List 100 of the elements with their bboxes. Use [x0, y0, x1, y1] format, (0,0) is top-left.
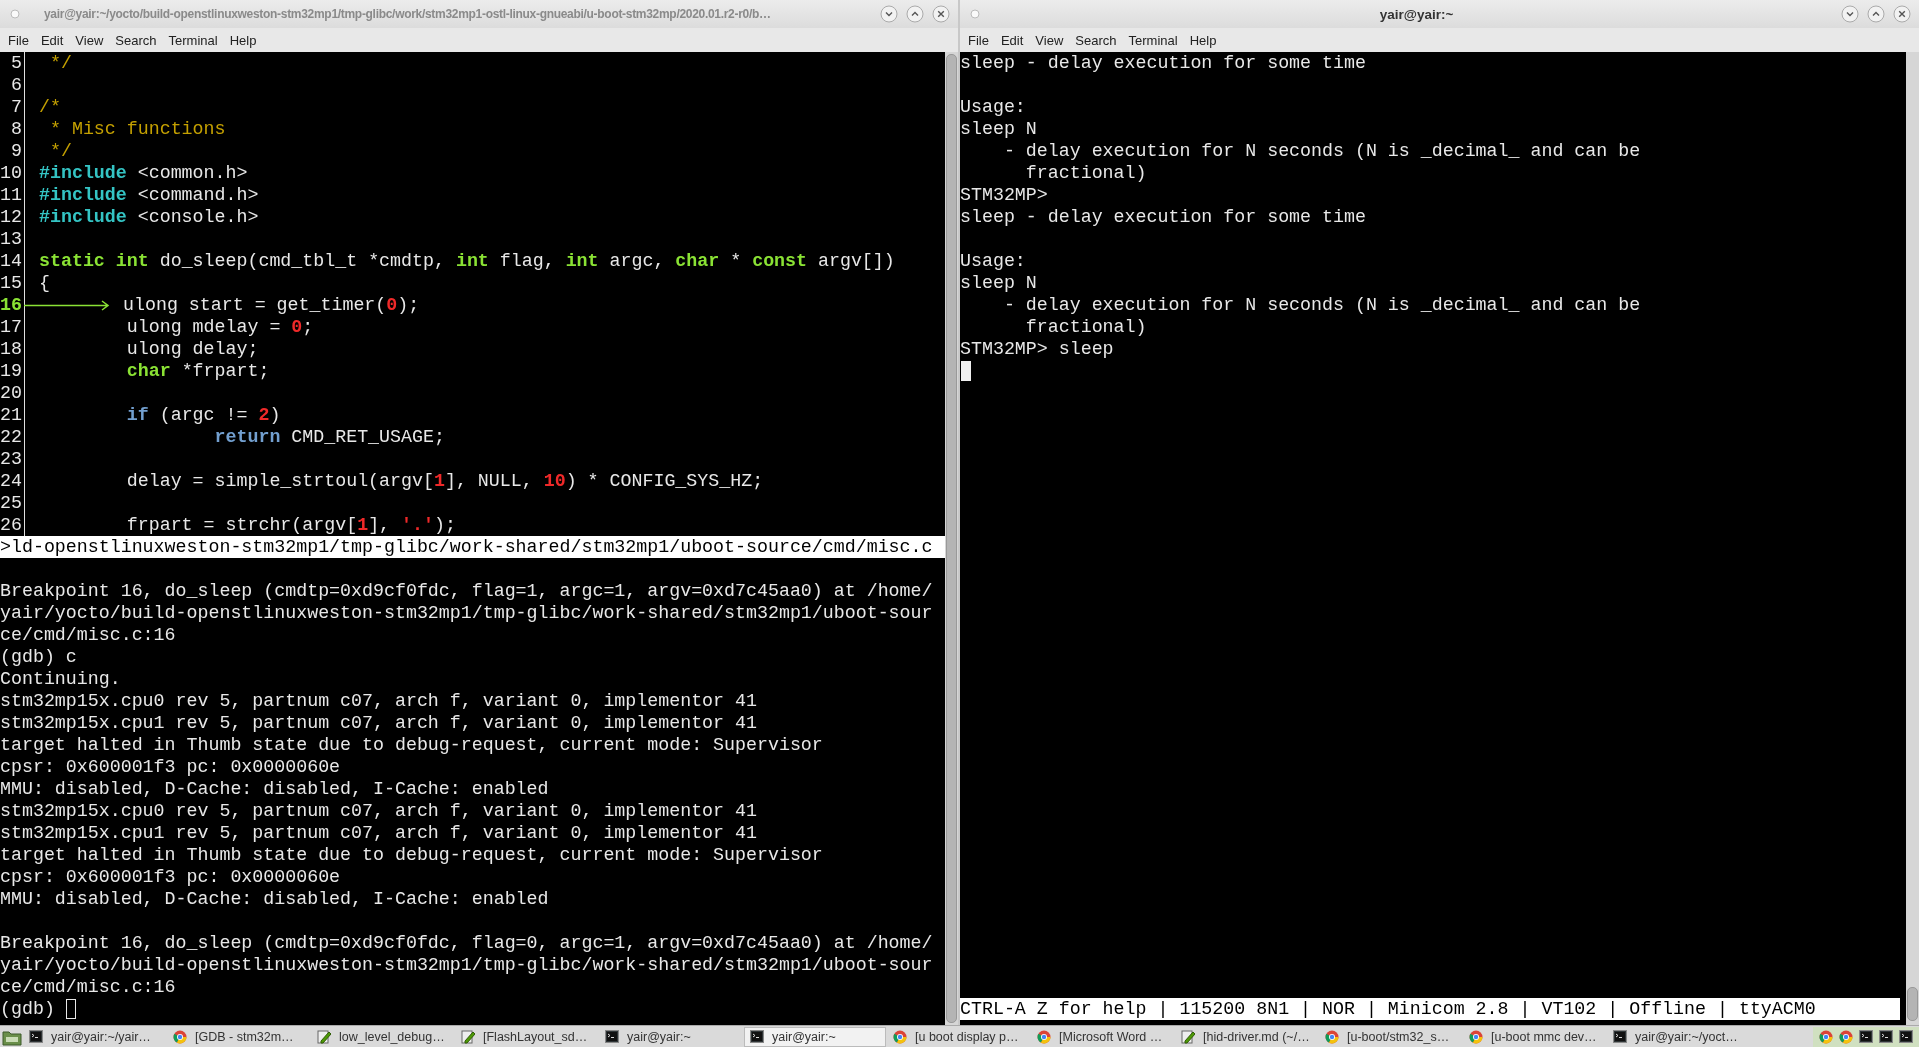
line-number: 22 — [0, 426, 23, 448]
pencil-icon — [461, 1029, 475, 1044]
browser-icon — [173, 1029, 187, 1044]
terminal-line: fractional) — [1024, 162, 1147, 184]
code-line: #include <command.h> — [39, 184, 259, 206]
taskbar-button[interactable]: yair@yair:~ — [600, 1026, 742, 1047]
scrollbar[interactable] — [1906, 52, 1919, 1025]
line-number: 6 — [10, 74, 23, 96]
line-number: 23 — [0, 448, 23, 470]
code-line: ulong delay; — [125, 338, 259, 360]
line-number: 11 — [0, 184, 23, 206]
minimize-icon[interactable] — [1841, 5, 1859, 23]
code-line: frpart = strchr(argv[1], '.'); — [125, 514, 456, 536]
status-bar: CTRL-A Z for help | 115200 8N1 | NOR | Minicom 2.8 | VT102 | Offline | ttyACM0 — [960, 998, 1900, 1020]
taskbar-button[interactable]: [u-boot/stm32_s… — [1320, 1026, 1462, 1047]
text-cursor — [65, 999, 76, 1019]
menu-item[interactable]: Edit — [34, 30, 70, 50]
taskbar-button[interactable]: [u boot display p… — [888, 1026, 1030, 1047]
menu-item[interactable]: Help — [223, 30, 263, 50]
source-file-path: >ld-openstlinuxweston-stm32mp1/tmp-glibc/work-shared/stm32mp1/uboot-source/cmd/misc.c — [0, 536, 945, 558]
line-number: 19 — [0, 360, 23, 382]
terminal-line: yair/yocto/build-openstlinuxweston-stm32mp1/tmp-glibc/work-shared/stm32mp1/uboot-sour — [0, 602, 933, 624]
terminal-icon[interactable] — [1859, 1030, 1873, 1043]
terminal-icon — [605, 1030, 619, 1043]
terminal-line: Usage: — [960, 250, 1026, 272]
code-line: { — [39, 272, 50, 294]
menu-item[interactable]: File — [2, 30, 35, 50]
window-title: yair@yair:~ — [1378, 6, 1455, 22]
menu-item[interactable]: Edit — [994, 30, 1030, 50]
menu-item[interactable]: Terminal — [1122, 30, 1184, 50]
line-number: 17 — [0, 316, 23, 338]
pencil-icon — [317, 1029, 331, 1044]
terminal-icon — [1613, 1030, 1627, 1043]
line-number: 9 — [10, 140, 23, 162]
taskbar-button[interactable]: [GDB - stm32m… — [168, 1026, 310, 1047]
taskbar-button[interactable]: [u-boot mmc dev… — [1464, 1026, 1606, 1047]
taskbar-button[interactable]: [FlashLayout_sd… — [456, 1026, 598, 1047]
terminal-icon[interactable] — [1899, 1030, 1913, 1043]
menu-item[interactable]: Terminal — [162, 30, 224, 50]
terminal-icon — [29, 1030, 43, 1043]
menu-item[interactable]: File — [962, 30, 995, 50]
code-line: if (argc != 2) — [125, 404, 281, 426]
code-line: #include <console.h> — [39, 206, 259, 228]
browser-icon[interactable] — [1839, 1029, 1853, 1044]
terminal-line: sleep N — [960, 272, 1037, 294]
code-line: */ — [48, 140, 72, 162]
menu-item[interactable]: Search — [109, 30, 163, 50]
terminal-icon[interactable] — [1879, 1030, 1893, 1043]
menu-item[interactable]: View — [1029, 30, 1070, 50]
terminal-line: sleep - delay execution for some time — [960, 206, 1366, 228]
pencil-icon — [1181, 1029, 1195, 1044]
taskbar-button[interactable]: [Microsoft Word … — [1032, 1026, 1174, 1047]
taskbar-button[interactable]: yair@yair:~/yoct… — [1608, 1026, 1750, 1047]
taskbar-button[interactable]: low_level_debug… — [312, 1026, 454, 1047]
line-number: 14 — [0, 250, 23, 272]
line-number: 25 — [0, 492, 23, 514]
terminal-line: stm32mp15x.cpu0 rev 5, partnum c07, arch f, variant 0, implementor 41 — [0, 800, 757, 822]
code-line: #include <common.h> — [39, 162, 248, 184]
browser-icon — [1325, 1029, 1339, 1044]
terminal-line: Breakpoint 16, do_sleep (cmdtp=0xd9cf0fdc, flag=0, argc=1, argv=0xd7c45aa0) at /home/ — [0, 932, 933, 954]
scrollbar-thumb[interactable] — [1907, 987, 1918, 1021]
terminal-line: fractional) — [1024, 316, 1147, 338]
close-icon[interactable] — [932, 5, 950, 23]
line-number: 18 — [0, 338, 23, 360]
terminal-line: (gdb) c — [0, 646, 77, 668]
code-line: /* — [39, 96, 61, 118]
terminal-line: Breakpoint 16, do_sleep (cmdtp=0xd9cf0fdc, flag=1, argc=1, argv=0xd7c45aa0) at /home/ — [0, 580, 933, 602]
minimize-icon[interactable] — [880, 5, 898, 23]
browser-icon — [1469, 1029, 1483, 1044]
terminal-line: stm32mp15x.cpu1 rev 5, partnum c07, arch f, variant 0, implementor 41 — [0, 712, 757, 734]
maximize-icon[interactable] — [1867, 5, 1885, 23]
code-line: char *frpart; — [125, 360, 270, 382]
code-line: */ — [48, 52, 72, 74]
terminal-line: sleep - delay execution for some time — [960, 52, 1366, 74]
terminal-line: stm32mp15x.cpu1 rev 5, partnum c07, arch f, variant 0, implementor 41 — [0, 822, 757, 844]
line-number: 12 — [0, 206, 23, 228]
line-number: 24 — [0, 470, 23, 492]
code-line: ulong start = get_timer(0); — [123, 294, 420, 316]
taskbar-button[interactable]: yair@yair:~ — [744, 1026, 886, 1047]
menu-item[interactable]: Search — [1069, 30, 1123, 50]
terminal-line: Usage: — [960, 96, 1026, 118]
terminal-line: ce/cmd/misc.c:16 — [0, 976, 176, 998]
taskbar-button[interactable]: [hid-driver.md (~/… — [1176, 1026, 1318, 1047]
code-line: static int do_sleep(cmd_tbl_t *cmdtp, int flag, int argc, char * const argv[]) — [39, 250, 895, 272]
code-line: delay = simple_strtoul(argv[1], NULL, 10) * CONFIG_SYS_HZ; — [125, 470, 764, 492]
line-number: 16 — [0, 294, 23, 316]
menu-item[interactable]: Help — [1183, 30, 1223, 50]
code-line: return CMD_RET_USAGE; — [213, 426, 445, 448]
taskbar-button[interactable]: yair@yair:~/yair… — [24, 1026, 166, 1047]
window-title: yair@yair:~/yocto/build-openstlinuxweston-stm32mp1/tmp-glibc/work/stm32mp1-ostl-linux-gnueabi/u-boot-stm32mp/2020.01.r2-r0/b… — [43, 7, 772, 21]
terminal-line: MMU: disabled, D-Cache: disabled, I-Cache: enabled — [0, 778, 549, 800]
code-line: * Misc functions — [48, 118, 226, 140]
menu-item[interactable]: View — [69, 30, 110, 50]
terminal-line: (gdb) — [0, 998, 56, 1020]
maximize-icon[interactable] — [906, 5, 924, 23]
text-cursor — [961, 361, 971, 381]
close-icon[interactable] — [1893, 5, 1911, 23]
terminal-line: - delay execution for N seconds (N is _decimal_ and can be — [1002, 294, 1641, 316]
terminal-line: ce/cmd/misc.c:16 — [0, 624, 176, 646]
browser-icon[interactable] — [1819, 1029, 1833, 1044]
